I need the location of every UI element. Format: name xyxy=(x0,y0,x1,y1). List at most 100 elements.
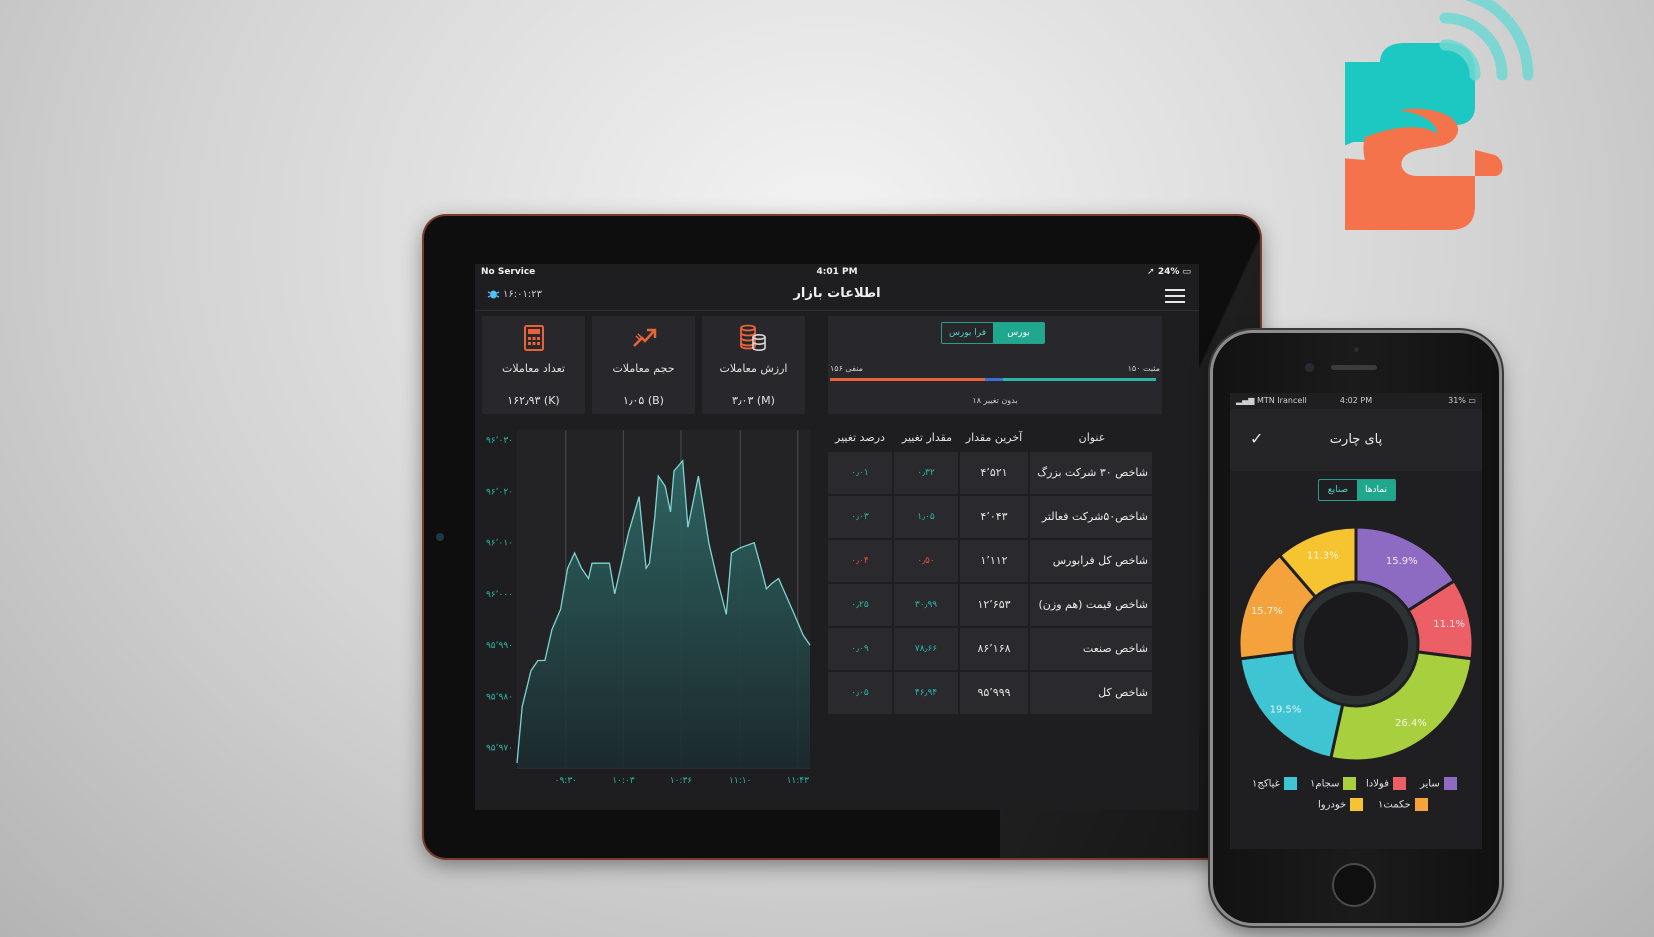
y-tick-label: ۹۶٬۰۲۰ xyxy=(486,487,513,497)
y-tick-label: ۹۵٬۹۸۰ xyxy=(486,692,513,702)
index-name: شاخص ۳۰ شرکت بزرگ xyxy=(1030,452,1152,494)
tablet-screen: No Service 4:01 PM ➚ 24% ▭ ۱۶:۰۱:۲۳ اطلا… xyxy=(475,264,1199,810)
legend-label: سجام۱ xyxy=(1310,778,1340,790)
percent-change: ۰٫۰۳ xyxy=(828,496,892,538)
index-name: شاخص کل فرابورس xyxy=(1030,540,1152,582)
percent-change: ۰٫۰۹ xyxy=(828,628,892,670)
donut-chart[interactable]: 15.9% 11.1% 26.4% 19.5% 15.7% 11.3% xyxy=(1231,519,1481,769)
x-tick-label: ۱۱:۴۳ xyxy=(787,776,810,786)
change-value: ۰٫۵۰ xyxy=(894,540,958,582)
x-tick-label: ۱۰:۰۳ xyxy=(612,776,635,786)
front-camera xyxy=(1305,363,1314,372)
legend-item[interactable]: فولادا xyxy=(1366,777,1406,791)
y-tick-label: ۹۶٬۰۳۰ xyxy=(486,436,513,446)
index-intraday-chart[interactable]: ۹۶٬۰۳۰ ۹۶٬۰۲۰ ۹۶٬۰۱۰ ۹۶٬۰۰۰ ۹۵٬۹۹۰ ۹۵٬۹۸۰ ۹۵٬۹… xyxy=(482,426,822,791)
home-button[interactable] xyxy=(1332,863,1376,907)
last-value: ۱۲٬۶۵۳ xyxy=(960,584,1028,626)
tablet-device: No Service 4:01 PM ➚ 24% ▭ ۱۶:۰۱:۲۳ اطلا… xyxy=(424,216,1260,858)
stat-value: ۱۶۲٫۹۳ (K) xyxy=(507,394,560,407)
change-value: ۱٫۰۵ xyxy=(894,496,958,538)
tab-farabourse[interactable]: فرا بورس xyxy=(942,323,993,343)
legend-item[interactable]: سجام۱ xyxy=(1310,777,1357,791)
stat-card-trade-value[interactable]: ارزش معاملات ۳٫۰۳ (M) xyxy=(702,316,805,414)
y-tick-label: ۹۶٬۰۰۰ xyxy=(486,590,513,600)
slice-label: 11.1% xyxy=(1433,619,1465,630)
percent-change: ۰٫۰۱ xyxy=(828,452,892,494)
x-tick-label: ۱۰:۳۶ xyxy=(670,776,693,786)
legend-item[interactable]: خودروا xyxy=(1318,798,1364,812)
index-name: شاخص کل xyxy=(1030,672,1152,714)
change-value: ۳۰٫۹۹ xyxy=(894,584,958,626)
table-row[interactable]: شاخص صنعت ۸۶٬۱۶۸ ۷۸٫۶۶ ۰٫۰۹ xyxy=(828,628,1152,670)
phone-battery: 31% ▭ xyxy=(1448,396,1476,405)
slice-label: 11.3% xyxy=(1307,550,1339,561)
slice-label: 19.5% xyxy=(1270,704,1302,715)
col-header-change[interactable]: مقدار تغییر xyxy=(894,431,960,444)
trend-arrow-icon xyxy=(633,328,657,347)
phone-nav-bar: ✓ پای چارت xyxy=(1230,409,1482,471)
donut-hole xyxy=(1304,592,1408,696)
col-header-percent[interactable]: درصد تغییر xyxy=(828,431,892,444)
legend-label: حکمت۱ xyxy=(1378,799,1411,811)
positive-count: ۱۵۰ مثبت xyxy=(1127,364,1160,373)
battery-status: ➚ 24% ▭ xyxy=(1147,267,1191,277)
legend-swatch xyxy=(1350,798,1364,811)
table-row[interactable]: شاخص قیمت (هم وزن) ۱۲٬۶۵۳ ۳۰٫۹۹ ۰٫۲۵ xyxy=(828,584,1152,626)
x-tick-label: ۱۱:۱۰ xyxy=(729,776,751,786)
stat-card-trade-count[interactable]: تعداد معاملات ۱۶۲٫۹۳ (K) xyxy=(482,316,585,414)
table-row[interactable]: شاخص کل ۹۵٬۹۹۹ ۴۶٫۹۴ ۰٫۰۵ xyxy=(828,672,1152,714)
proximity-sensor xyxy=(1354,347,1359,352)
slice-label: 15.9% xyxy=(1386,556,1418,567)
negative-count: منفی ۱۵۶ xyxy=(830,364,863,373)
legend-item[interactable]: غیاکج۱ xyxy=(1252,777,1297,791)
earpiece-speaker xyxy=(1331,365,1377,370)
y-tick-label: ۹۵٬۹۹۰ xyxy=(486,641,513,651)
slice-label: 15.7% xyxy=(1251,606,1283,617)
unchanged-count: بدون تغییر ۱۸ xyxy=(972,396,1018,405)
stat-card-trade-volume[interactable]: حجم معاملات ۱٫۰۵ (B) xyxy=(592,316,695,414)
legend-swatch xyxy=(1443,777,1457,790)
legend-swatch xyxy=(1414,798,1428,811)
percent-change: ۰٫۲۵ xyxy=(828,584,892,626)
index-name: شاخص صنعت xyxy=(1030,628,1152,670)
tab-symbols[interactable]: نمادها xyxy=(1357,480,1395,500)
tab-industries[interactable]: صنایع xyxy=(1319,480,1357,500)
pie-segmented-control: نمادها صنایع xyxy=(1318,479,1396,501)
index-name: شاخص قیمت (هم وزن) xyxy=(1030,584,1152,626)
status-bar: No Service 4:01 PM ➚ 24% ▭ xyxy=(475,264,1199,280)
change-value: ۷۸٫۶۶ xyxy=(894,628,958,670)
table-row[interactable]: شاخص ۳۰ شرکت بزرگ ۴٬۵۲۱ ۰٫۳۲ ۰٫۰۱ xyxy=(828,452,1152,494)
hamburger-icon[interactable] xyxy=(1165,289,1185,303)
stat-label: ارزش معاملات xyxy=(719,362,788,375)
legend-item[interactable]: سایر xyxy=(1420,777,1457,791)
legend-swatch xyxy=(1392,777,1406,790)
col-header-title[interactable]: عنوان xyxy=(1038,431,1146,444)
legend-label: خودروا xyxy=(1318,799,1347,811)
breadth-bar xyxy=(830,378,1156,381)
phone-screen: ▂▄▆ MTN Irancell 4:02 PM 31% ▭ ✓ پای چار… xyxy=(1230,393,1482,849)
legend-item[interactable]: حکمت۱ xyxy=(1378,798,1428,812)
x-tick-label: ۰۹:۳۰ xyxy=(555,776,577,786)
legend-swatch xyxy=(1343,777,1357,790)
table-row[interactable]: شاخص کل فرابورس ۱٬۱۱۲ ۰٫۵۰ ۰٫۰۴ xyxy=(828,540,1152,582)
y-tick-label: ۹۵٬۹۷۰ xyxy=(486,744,513,754)
stat-label: حجم معاملات xyxy=(612,362,675,375)
status-time: 4:01 PM xyxy=(816,267,858,277)
tab-bourse[interactable]: بورس xyxy=(993,323,1044,343)
col-header-last[interactable]: آخرین مقدار xyxy=(960,431,1028,444)
market-segmented-control: بورس فرا بورس xyxy=(941,322,1045,344)
coins-stack-icon xyxy=(740,324,766,351)
last-value: ۹۵٬۹۹۹ xyxy=(960,672,1028,714)
legend-label: فولادا xyxy=(1366,778,1389,790)
change-value: ۰٫۳۲ xyxy=(894,452,958,494)
table-row[interactable]: شاخص۵۰شرکت فعالتر ۴٬۰۴۳ ۱٫۰۵ ۰٫۰۳ xyxy=(828,496,1152,538)
legend-swatch xyxy=(1283,777,1297,790)
calculator-icon xyxy=(524,325,544,351)
indices-table: عنوان آخرین مقدار مقدار تغییر درصد تغییر… xyxy=(828,426,1162,726)
last-value: ۴٬۰۴۳ xyxy=(960,496,1028,538)
index-name: شاخص۵۰شرکت فعالتر xyxy=(1030,496,1152,538)
phone-device: ▂▄▆ MTN Irancell 4:02 PM 31% ▭ ✓ پای چار… xyxy=(1213,333,1499,923)
last-value: ۱٬۱۱۲ xyxy=(960,540,1028,582)
percent-change: ۰٫۰۵ xyxy=(828,672,892,714)
legend-label: غیاکج۱ xyxy=(1252,778,1280,790)
